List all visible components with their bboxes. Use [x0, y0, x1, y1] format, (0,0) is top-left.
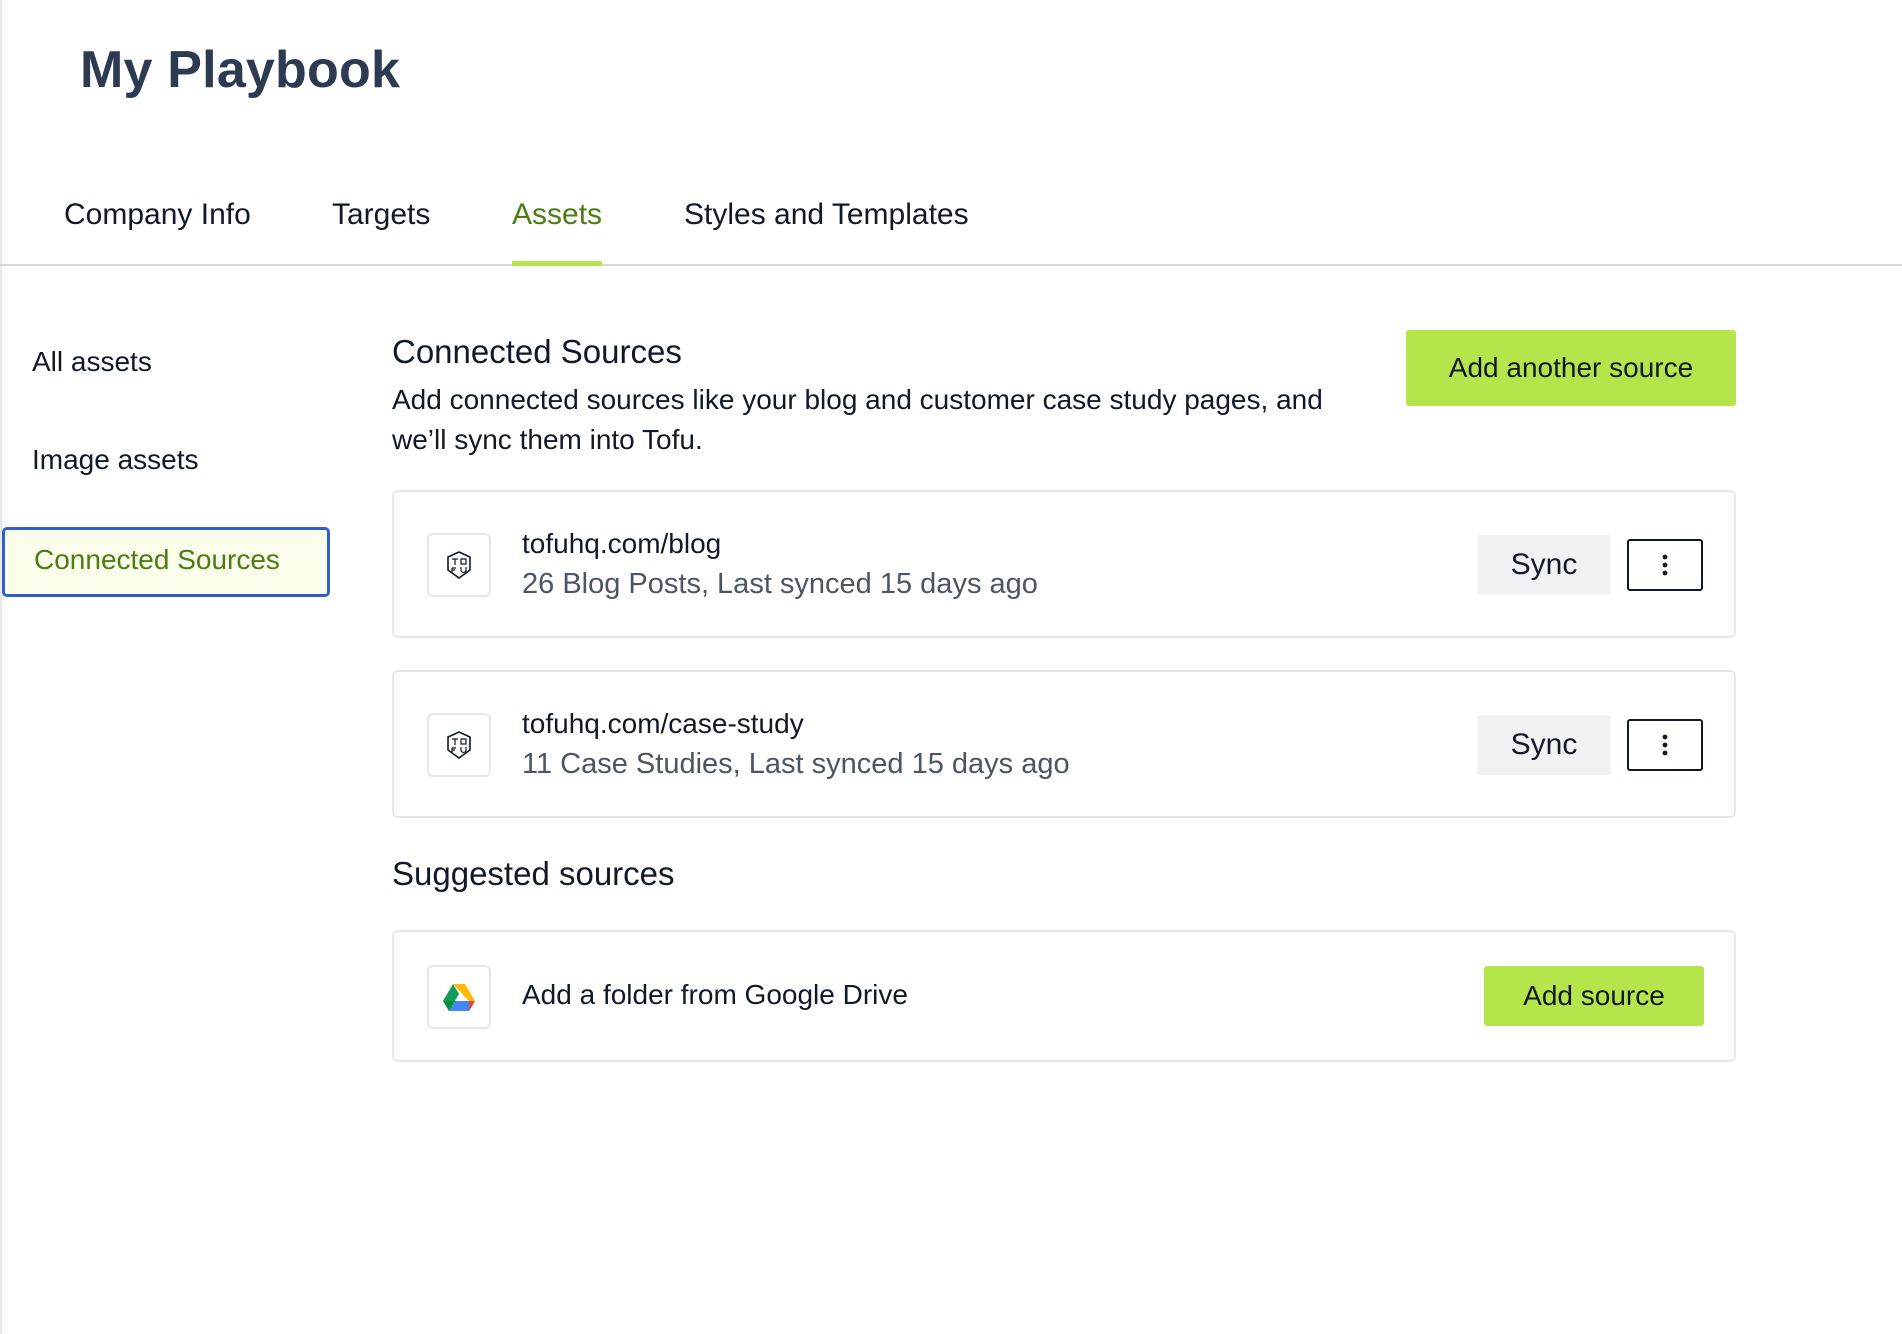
sidebar-item-all-assets[interactable]: All assets	[32, 346, 152, 378]
suggested-card-google-drive: Add a folder from Google Drive Add sourc…	[392, 930, 1736, 1062]
google-drive-icon	[427, 965, 491, 1029]
sync-button[interactable]: Sync	[1477, 535, 1611, 595]
vertical-dots-icon	[1662, 734, 1668, 756]
tab-label: Targets	[332, 198, 431, 231]
connected-sources-description: Add connected sources like your blog and…	[392, 384, 1323, 455]
source-name: tofuhq.com/case-study	[522, 708, 804, 739]
source-meta: 26 Blog Posts, Last synced 15 days ago	[522, 568, 1038, 600]
source-name: tofuhq.com/blog	[522, 528, 722, 559]
tab-label: Styles and Templates	[684, 198, 969, 231]
sidebar-item-image-assets[interactable]: Image assets	[32, 444, 199, 476]
sidebar-item-connected-sources[interactable]: Connected Sources	[2, 527, 330, 597]
suggested-sources-title: Suggested sources	[392, 855, 675, 892]
tab-company-info[interactable]: Company Info	[64, 198, 251, 264]
add-another-source-button[interactable]: Add another source	[1406, 330, 1736, 406]
tab-label: Assets	[512, 198, 603, 231]
tab-styles-and-templates[interactable]: Styles and Templates	[684, 198, 969, 264]
source-card-case-study: tofuhq.com/case-study 11 Case Studies, L…	[392, 670, 1736, 818]
page-title: My Playbook	[80, 41, 401, 99]
tofu-logo-icon	[447, 551, 471, 579]
vertical-dots-icon	[1662, 554, 1668, 576]
more-options-button[interactable]	[1627, 539, 1703, 591]
more-options-button[interactable]	[1627, 719, 1703, 771]
tab-targets[interactable]: Targets	[332, 198, 430, 264]
source-meta: 11 Case Studies, Last synced 15 days ago	[522, 748, 1070, 780]
tab-label: Company Info	[64, 198, 251, 231]
add-source-button[interactable]: Add source	[1484, 966, 1704, 1026]
connected-sources-title: Connected Sources	[392, 333, 682, 370]
source-card-blog: tofuhq.com/blog 26 Blog Posts, Last sync…	[392, 490, 1736, 638]
tofu-logo-icon	[427, 713, 491, 777]
tab-bar: Company Info Targets Assets Styles and T…	[0, 188, 1902, 266]
sync-button[interactable]: Sync	[1477, 715, 1611, 775]
suggested-source-label: Add a folder from Google Drive	[522, 979, 908, 1010]
tofu-logo-icon	[447, 731, 471, 759]
tofu-logo-icon	[427, 533, 491, 597]
tab-underline	[512, 261, 603, 266]
google-drive-icon	[443, 984, 475, 1011]
tab-assets[interactable]: Assets	[512, 198, 603, 266]
